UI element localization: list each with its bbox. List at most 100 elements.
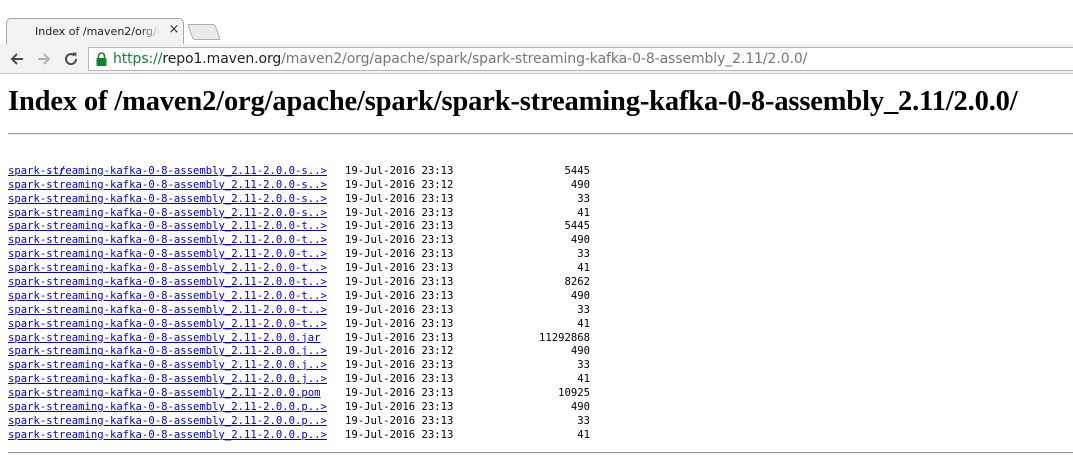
file-link[interactable]: spark-streaming-kafka-0-8-assembly_2.11-…: [8, 373, 327, 385]
modified-date: 19-Jul-2016 23:13: [345, 414, 454, 427]
file-name-cell: spark-streaming-kafka-0-8-assembly_2.11-…: [8, 179, 345, 193]
file-size: 11292868: [538, 331, 590, 344]
modified-date: 19-Jul-2016 23:13: [345, 387, 454, 400]
file-row: spark-streaming-kafka-0-8-assembly_2.11-…: [8, 318, 590, 332]
file-name-cell: spark-streaming-kafka-0-8-assembly_2.11-…: [8, 193, 345, 207]
page-title: Index of /maven2/org/apache/spark/spark-…: [8, 86, 1018, 117]
address-bar[interactable]: https://repo1.maven.org/maven2/org/apach…: [88, 47, 1073, 71]
url-scheme: https://: [113, 51, 163, 67]
file-link[interactable]: spark-streaming-kafka-0-8-assembly_2.11-…: [8, 234, 327, 246]
file-link[interactable]: spark-streaming-kafka-0-8-assembly_2.11-…: [8, 429, 327, 441]
back-arrow-icon: [10, 53, 23, 65]
file-link[interactable]: spark-streaming-kafka-0-8-assembly_2.11-…: [8, 207, 327, 219]
url-text: https://repo1.maven.org/maven2/org/apach…: [113, 51, 807, 67]
modified-date: 19-Jul-2016 23:12: [345, 178, 454, 191]
modified-date: 19-Jul-2016 23:13: [345, 248, 454, 261]
tab-strip: Index of /maven2/org/apache/spark/spark-…: [0, 0, 1073, 44]
file-listing: ../ spark-streaming-kafka-0-8-assembly_2…: [8, 151, 590, 443]
file-size: 5445: [564, 164, 590, 177]
file-link[interactable]: spark-streaming-kafka-0-8-assembly_2.11-…: [8, 262, 327, 274]
file-size: 41: [577, 373, 590, 386]
reload-icon: [65, 52, 78, 66]
file-row: spark-streaming-kafka-0-8-assembly_2.11-…: [8, 193, 590, 207]
reload-button[interactable]: [60, 48, 82, 70]
file-link[interactable]: spark-streaming-kafka-0-8-assembly_2.11-…: [8, 304, 327, 316]
file-link[interactable]: spark-streaming-kafka-0-8-assembly_2.11-…: [8, 248, 327, 260]
modified-date: 19-Jul-2016 23:12: [345, 345, 454, 358]
file-link[interactable]: spark-streaming-kafka-0-8-assembly_2.11-…: [8, 415, 327, 427]
file-size: 33: [577, 248, 590, 261]
file-link[interactable]: spark-streaming-kafka-0-8-assembly_2.11-…: [8, 401, 327, 413]
file-size: 490: [570, 289, 590, 302]
file-row: spark-streaming-kafka-0-8-assembly_2.11-…: [8, 220, 590, 234]
file-link[interactable]: spark-streaming-kafka-0-8-assembly_2.11-…: [8, 359, 327, 371]
file-link[interactable]: spark-streaming-kafka-0-8-assembly_2.11-…: [8, 318, 327, 330]
file-name-cell: spark-streaming-kafka-0-8-assembly_2.11-…: [8, 429, 345, 443]
file-name-cell: spark-streaming-kafka-0-8-assembly_2.11-…: [8, 207, 345, 221]
file-link[interactable]: spark-streaming-kafka-0-8-assembly_2.11-…: [8, 193, 327, 205]
file-row: spark-streaming-kafka-0-8-assembly_2.11-…: [8, 373, 590, 387]
file-row: spark-streaming-kafka-0-8-assembly_2.11-…: [8, 304, 590, 318]
modified-date: 19-Jul-2016 23:13: [345, 303, 454, 316]
modified-date: 19-Jul-2016 23:13: [345, 164, 454, 177]
file-size: 41: [577, 206, 590, 219]
file-link[interactable]: spark-streaming-kafka-0-8-assembly_2.11-…: [8, 276, 327, 288]
file-row: spark-streaming-kafka-0-8-assembly_2.11-…: [8, 415, 590, 429]
file-name-cell: spark-streaming-kafka-0-8-assembly_2.11-…: [8, 290, 345, 304]
browser-toolbar: https://repo1.maven.org/maven2/org/apach…: [0, 44, 1073, 74]
file-link[interactable]: spark-streaming-kafka-0-8-assembly_2.11-…: [8, 387, 321, 399]
modified-date: 19-Jul-2016 23:13: [345, 234, 454, 247]
file-size: 490: [570, 178, 590, 191]
file-name-cell: spark-streaming-kafka-0-8-assembly_2.11-…: [8, 345, 345, 359]
forward-arrow-icon: [38, 53, 51, 65]
modified-date: 19-Jul-2016 23:13: [345, 373, 454, 386]
back-button[interactable]: [6, 48, 28, 70]
tab-title: Index of /maven2/org/apache/spark/spark-…: [35, 25, 160, 38]
file-row: spark-streaming-kafka-0-8-assembly_2.11-…: [8, 276, 590, 290]
file-row: spark-streaming-kafka-0-8-assembly_2.11-…: [8, 262, 590, 276]
file-size: 10925: [558, 387, 590, 400]
file-link[interactable]: spark-streaming-kafka-0-8-assembly_2.11-…: [8, 290, 327, 302]
file-size: 33: [577, 192, 590, 205]
file-size: 41: [577, 317, 590, 330]
file-name-cell: spark-streaming-kafka-0-8-assembly_2.11-…: [8, 220, 345, 234]
file-name-cell: spark-streaming-kafka-0-8-assembly_2.11-…: [8, 234, 345, 248]
file-name-cell: spark-streaming-kafka-0-8-assembly_2.11-…: [8, 276, 345, 290]
file-row: spark-streaming-kafka-0-8-assembly_2.11-…: [8, 345, 590, 359]
modified-date: 19-Jul-2016 23:13: [345, 359, 454, 372]
file-name-cell: spark-streaming-kafka-0-8-assembly_2.11-…: [8, 332, 345, 346]
modified-date: 19-Jul-2016 23:13: [345, 220, 454, 233]
file-link[interactable]: spark-streaming-kafka-0-8-assembly_2.11-…: [8, 179, 327, 191]
file-row: spark-streaming-kafka-0-8-assembly_2.11-…: [8, 207, 590, 221]
file-link[interactable]: spark-streaming-kafka-0-8-assembly_2.11-…: [8, 345, 327, 357]
file-row: spark-streaming-kafka-0-8-assembly_2.11-…: [8, 359, 590, 373]
file-size: 5445: [564, 220, 590, 233]
file-link[interactable]: spark-streaming-kafka-0-8-assembly_2.11-…: [8, 332, 321, 344]
file-row: spark-streaming-kafka-0-8-assembly_2.11-…: [8, 290, 590, 304]
file-row: spark-streaming-kafka-0-8-assembly_2.11-…: [8, 165, 590, 179]
file-size: 41: [577, 428, 590, 441]
browser-tab[interactable]: Index of /maven2/org/apache/spark/spark-…: [6, 18, 184, 44]
modified-date: 19-Jul-2016 23:13: [345, 331, 454, 344]
file-name-cell: spark-streaming-kafka-0-8-assembly_2.11-…: [8, 165, 345, 179]
new-tab-button[interactable]: [187, 24, 221, 40]
file-name-cell: spark-streaming-kafka-0-8-assembly_2.11-…: [8, 401, 345, 415]
file-link[interactable]: spark-streaming-kafka-0-8-assembly_2.11-…: [8, 220, 327, 232]
modified-date: 19-Jul-2016 23:13: [345, 401, 454, 414]
file-name-cell: spark-streaming-kafka-0-8-assembly_2.11-…: [8, 387, 345, 401]
file-row: spark-streaming-kafka-0-8-assembly_2.11-…: [8, 401, 590, 415]
file-link[interactable]: spark-streaming-kafka-0-8-assembly_2.11-…: [8, 165, 327, 177]
file-size: 33: [577, 414, 590, 427]
file-name-cell: spark-streaming-kafka-0-8-assembly_2.11-…: [8, 318, 345, 332]
file-name-cell: spark-streaming-kafka-0-8-assembly_2.11-…: [8, 248, 345, 262]
file-row: spark-streaming-kafka-0-8-assembly_2.11-…: [8, 429, 590, 443]
modified-date: 19-Jul-2016 23:13: [345, 206, 454, 219]
forward-button[interactable]: [33, 48, 55, 70]
modified-date: 19-Jul-2016 23:13: [345, 276, 454, 289]
close-icon[interactable]: ×: [167, 22, 181, 38]
url-path: /maven2/org/apache/spark/spark-streaming…: [281, 51, 808, 67]
file-size: 490: [570, 401, 590, 414]
lock-icon: [96, 52, 107, 66]
file-size: 33: [577, 303, 590, 316]
file-row: spark-streaming-kafka-0-8-assembly_2.11-…: [8, 234, 590, 248]
